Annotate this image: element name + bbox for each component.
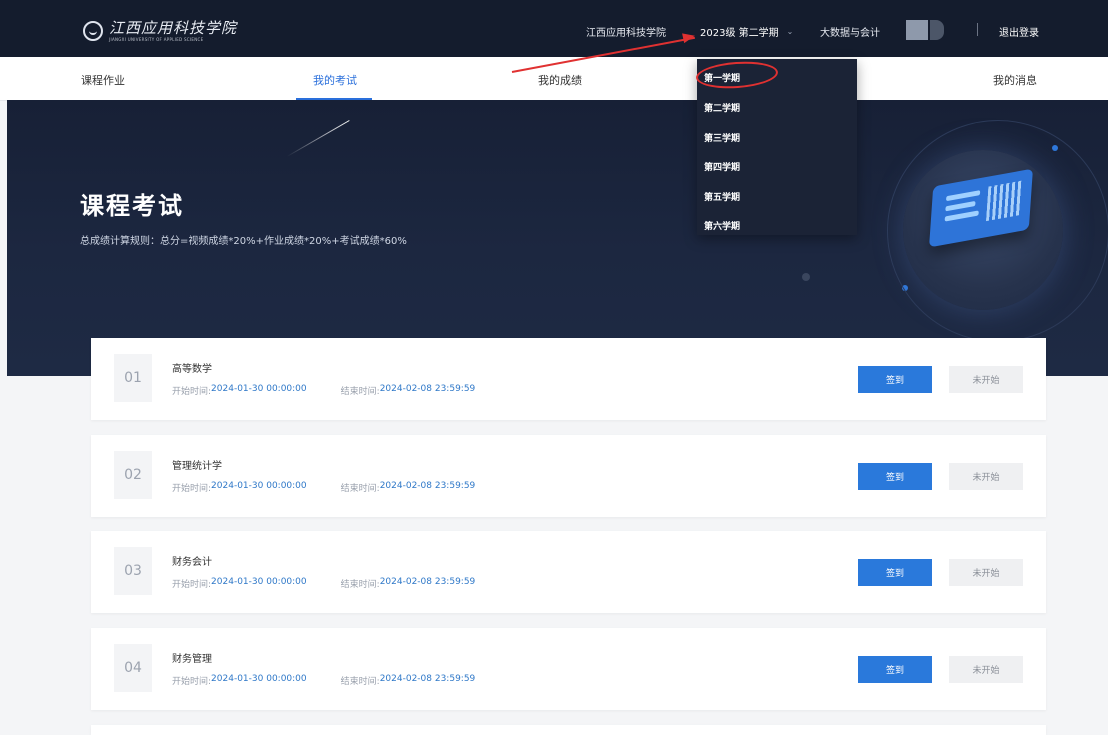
- end-label: 结束时间:: [340, 580, 380, 590]
- end-time: 2024-02-08 23:59:59: [379, 674, 476, 684]
- end-label: 结束时间:: [340, 484, 380, 494]
- chevron-down-icon: ⌄: [786, 27, 794, 36]
- end-label: 结束时间:: [340, 387, 380, 397]
- tab-my-messages[interactable]: 我的消息: [993, 72, 1037, 88]
- tab-homework[interactable]: 课程作业: [81, 72, 125, 88]
- avatar-edge: [930, 20, 944, 40]
- exam-card: 01 高等数学 开始时间: 2024-01-30 00:00:00 结束时间: …: [91, 338, 1046, 420]
- emblem-icon: [83, 21, 103, 41]
- school-name: 江西应用科技学院: [586, 28, 666, 39]
- page-title: 课程考试: [80, 192, 184, 220]
- start-time: 2024-01-30 00:00:00: [211, 481, 307, 491]
- college-logo[interactable]: 江西应用科技学院 JIANGXI UNIVERSITY OF APPLIED S…: [83, 19, 237, 43]
- exam-index: 03: [114, 547, 152, 595]
- logo-name: 江西应用科技学院: [109, 18, 238, 37]
- term-option-5[interactable]: 第五学期: [704, 190, 740, 203]
- exam-course-name: 财务管理: [172, 654, 212, 665]
- end-time: 2024-02-08 23:59:59: [379, 481, 476, 491]
- signin-button[interactable]: 签到: [858, 656, 932, 683]
- exam-card-partial: [91, 725, 1046, 735]
- exam-index: 01: [114, 354, 152, 402]
- logo-english-name: JIANGXI UNIVERSITY OF APPLIED SCIENCE: [109, 36, 204, 42]
- exam-course-name: 财务会计: [172, 557, 212, 568]
- exam-course-name: 高等数学: [172, 364, 212, 375]
- logout-link[interactable]: 退出登录: [999, 24, 1039, 39]
- end-label: 结束时间:: [340, 677, 380, 687]
- hero-banner: 课程考试 总成绩计算规则：总分=视频成绩*20%+作业成绩*20%+考试成绩*6…: [7, 100, 1108, 376]
- header-divider: [977, 23, 978, 36]
- term-option-4[interactable]: 第四学期: [704, 160, 740, 173]
- status-badge: 未开始: [949, 656, 1023, 683]
- end-time: 2024-02-08 23:59:59: [379, 384, 476, 394]
- top-header: 江西应用科技学院 JIANGXI UNIVERSITY OF APPLIED S…: [0, 0, 1108, 57]
- tab-my-exams[interactable]: 我的考试: [313, 72, 357, 88]
- light-streak: [286, 120, 350, 157]
- deco-dot: [802, 273, 810, 281]
- start-time: 2024-01-30 00:00:00: [211, 384, 307, 394]
- signin-button[interactable]: 签到: [858, 366, 932, 393]
- exam-card: 04 财务管理 开始时间: 2024-01-30 00:00:00 结束时间: …: [91, 628, 1046, 710]
- term-option-3[interactable]: 第三学期: [704, 131, 740, 144]
- start-time: 2024-01-30 00:00:00: [211, 577, 307, 587]
- start-time: 2024-01-30 00:00:00: [211, 674, 307, 684]
- signin-button[interactable]: 签到: [858, 463, 932, 490]
- signin-button[interactable]: 签到: [858, 559, 932, 586]
- status-badge: 未开始: [949, 366, 1023, 393]
- exam-course-name: 管理统计学: [172, 461, 222, 472]
- start-label: 开始时间:: [172, 484, 212, 494]
- start-label: 开始时间:: [172, 677, 212, 687]
- exam-card: 02 管理统计学 开始时间: 2024-01-30 00:00:00 结束时间:…: [91, 435, 1046, 517]
- term-select-value: 2023级 第二学期: [700, 28, 779, 39]
- term-select[interactable]: 2023级 第二学期 ⌄: [700, 24, 793, 39]
- major-name: 大数据与会计: [820, 28, 880, 39]
- term-option-6[interactable]: 第六学期: [704, 219, 740, 232]
- end-time: 2024-02-08 23:59:59: [379, 577, 476, 587]
- term-option-2[interactable]: 第二学期: [704, 101, 740, 114]
- exam-card: 03 财务会计 开始时间: 2024-01-30 00:00:00 结束时间: …: [91, 531, 1046, 613]
- start-label: 开始时间:: [172, 387, 212, 397]
- avatar[interactable]: [906, 20, 928, 40]
- exam-index: 02: [114, 451, 152, 499]
- tab-my-grades[interactable]: 我的成绩: [538, 72, 582, 88]
- exam-index: 04: [114, 644, 152, 692]
- status-badge: 未开始: [949, 463, 1023, 490]
- status-badge: 未开始: [949, 559, 1023, 586]
- grading-rule: 总成绩计算规则：总分=视频成绩*20%+作业成绩*20%+考试成绩*60%: [80, 236, 407, 247]
- start-label: 开始时间:: [172, 580, 212, 590]
